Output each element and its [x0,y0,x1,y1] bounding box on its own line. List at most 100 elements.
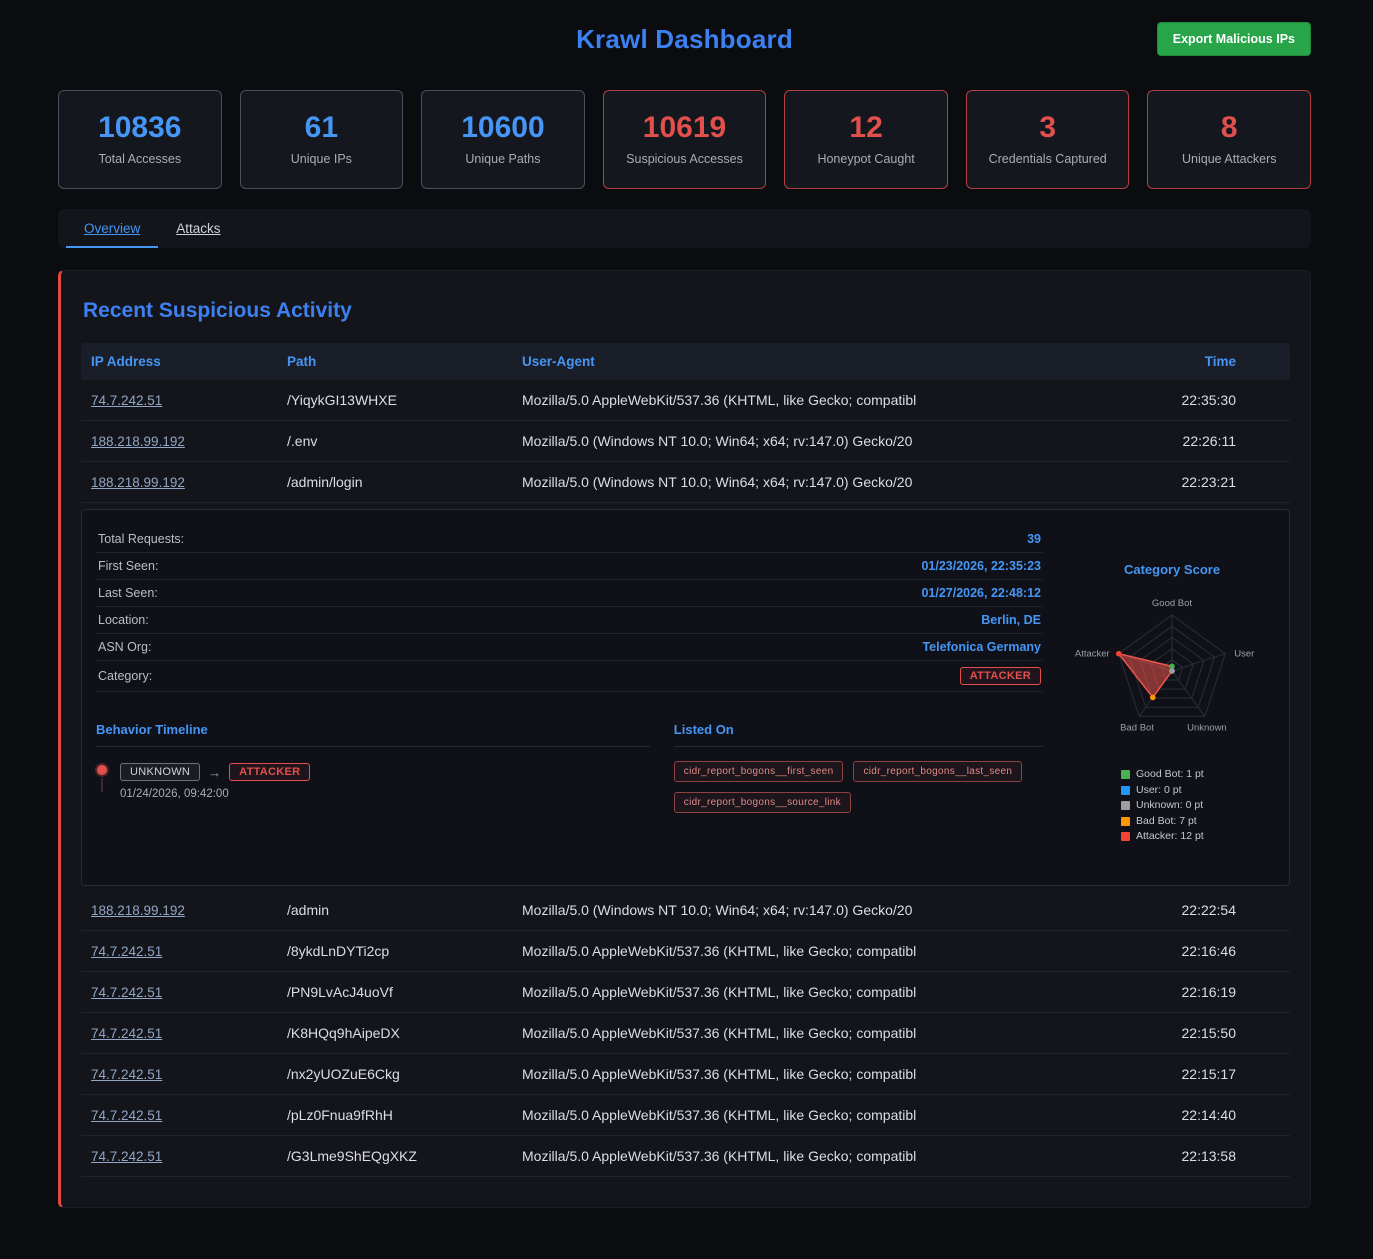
stat-label: Suspicious Accesses [610,152,760,166]
legend-label: Bad Bot: 7 pt [1136,814,1197,830]
ip-address-link[interactable]: 74.7.242.51 [91,1108,162,1123]
ip-detail-info: Total Requests:39First Seen:01/23/2026, … [96,526,1043,845]
legend-item-good-bot: Good Bot: 1 pt [1121,767,1204,783]
stat-value: 10836 [65,111,215,144]
table-row[interactable]: 74.7.242.51/PN9LvAcJ4uoVfMozilla/5.0 App… [81,972,1290,1013]
radar-legend: Good Bot: 1 ptUser: 0 ptUnknown: 0 ptBad… [1121,767,1204,845]
detail-field-label: First Seen: [98,559,158,573]
stat-card-total-accesses: 10836 Total Accesses [58,90,222,189]
stat-value: 10619 [610,111,760,144]
export-malicious-ips-button[interactable]: Export Malicious IPs [1157,22,1311,56]
detail-field-value: Berlin, DE [981,613,1041,627]
listed-on-title: Listed On [674,722,1043,747]
detail-field-row: Total Requests:39 [96,526,1043,553]
time-cell: 22:23:21 [1140,474,1290,490]
arrow-right-icon: → [208,765,221,780]
blocklist-badges: cidr_report_bogons__first_seen cidr_repor… [674,761,1043,813]
timeline-events: UNKNOWN→ATTACKER01/24/2026, 09:42:00 [96,763,650,800]
ip-detail-fields: Total Requests:39First Seen:01/23/2026, … [96,526,1043,661]
blocklist-badge-cidr-report-bogons-last-seen[interactable]: cidr_report_bogons__last_seen [853,761,1022,782]
path-cell: /K8HQq9hAipeDX [277,1025,512,1041]
tab-bar: OverviewAttacks [58,209,1311,248]
legend-swatch [1121,801,1130,810]
stat-card-unique-paths: 10600Unique Paths [421,90,585,189]
legend-label: Attacker: 12 pt [1136,829,1204,845]
table-row[interactable]: 188.218.99.192/.envMozilla/5.0 (Windows … [81,421,1290,462]
detail-category-label: Category: [98,669,152,683]
behavior-timeline-section: Behavior Timeline UNKNOWN→ATTACKER01/24/… [96,722,650,813]
user-agent-cell: Mozilla/5.0 AppleWebKit/537.36 (KHTML, l… [512,984,1140,1000]
ip-address-link[interactable]: 74.7.242.51 [91,985,162,1000]
table-rows-group-bottom: 188.218.99.192/adminMozilla/5.0 (Windows… [81,890,1290,1177]
timeline-marker-icon [96,763,108,800]
ip-cell: 74.7.242.51 [81,1148,277,1164]
detail-field-row: ASN Org:Telefonica Germany [96,634,1043,661]
ip-cell: 188.218.99.192 [81,433,277,449]
blocklist-badge-cidr-report-bogons-source-link[interactable]: cidr_report_bogons__source_link [674,792,851,813]
ip-address-link[interactable]: 188.218.99.192 [91,434,185,449]
stats-row: 10836Total Accesses61Unique IPs10600Uniq… [58,90,1311,189]
stat-value: 3 [973,111,1123,144]
radar-axis-label-user: User [1234,649,1254,660]
stat-label: Total Accesses [65,152,215,166]
table-row[interactable]: 188.218.99.192/adminMozilla/5.0 (Windows… [81,890,1290,931]
ip-address-link[interactable]: 74.7.242.51 [91,1026,162,1041]
from-category-badge: UNKNOWN [120,763,200,781]
radar-point-attacker [1116,651,1122,657]
category-score-section: Category Score Good Bot User Unknown Bad Bo… [1069,526,1275,845]
time-cell: 22:16:19 [1140,984,1290,1000]
timeline-event: UNKNOWN→ATTACKER01/24/2026, 09:42:00 [96,763,650,800]
stat-label: Credentials Captured [973,152,1123,166]
table-row[interactable]: 74.7.242.51/8ykdLnDYTi2cpMozilla/5.0 App… [81,931,1290,972]
blocklist-badge-cidr-report-bogons-first-seen[interactable]: cidr_report_bogons__first_seen [674,761,844,782]
path-cell: /.env [277,433,512,449]
table-row[interactable]: 74.7.242.51/pLz0Fnua9fRhHMozilla/5.0 App… [81,1095,1290,1136]
ip-address-link[interactable]: 74.7.242.51 [91,1067,162,1082]
table-header-row: IP AddressPathUser-AgentTime [81,343,1290,380]
table-row[interactable]: 74.7.242.51/G3Lme9ShEQgXKZMozilla/5.0 Ap… [81,1136,1290,1177]
user-agent-cell: Mozilla/5.0 AppleWebKit/537.36 (KHTML, l… [512,392,1140,408]
table-rows-group-top: 74.7.242.51/YiqykGI13WHXEMozilla/5.0 App… [81,380,1290,503]
ip-cell: 74.7.242.51 [81,1107,277,1123]
legend-swatch [1121,786,1130,795]
detail-field-row: Location:Berlin, DE [96,607,1043,634]
ip-address-link[interactable]: 74.7.242.51 [91,393,162,408]
time-cell: 22:15:17 [1140,1066,1290,1082]
radar-axis-label-unknown: Unknown [1187,722,1227,733]
legend-label: Unknown: 0 pt [1136,798,1203,814]
path-cell: /YiqykGI13WHXE [277,392,512,408]
stat-value: 8 [1154,111,1304,144]
stat-value: 10600 [428,111,578,144]
table-row[interactable]: 74.7.242.51/K8HQq9hAipeDXMozilla/5.0 App… [81,1013,1290,1054]
timeline-transition: UNKNOWN→ATTACKER [120,763,310,781]
ip-address-link[interactable]: 74.7.242.51 [91,944,162,959]
ip-address-link[interactable]: 188.218.99.192 [91,475,185,490]
time-cell: 22:14:40 [1140,1107,1290,1123]
detail-field-row: First Seen:01/23/2026, 22:35:23 [96,553,1043,580]
column-header-path: Path [277,354,512,369]
tab-attacks[interactable]: Attacks [158,209,238,248]
radar-axis-label-good-bot: Good Bot [1152,598,1192,609]
tab-overview[interactable]: Overview [66,209,158,248]
ip-address-link[interactable]: 188.218.99.192 [91,903,185,918]
radar-axis-label-attacker: Attacker [1075,649,1110,660]
time-cell: 22:35:30 [1140,392,1290,408]
table-row[interactable]: 188.218.99.192/admin/loginMozilla/5.0 (W… [81,462,1290,503]
stat-card-suspicious-accesses: 10619 Suspicious Accesses [603,90,767,189]
column-header-ip-address: IP Address [81,354,277,369]
category-score-radar-chart: Good BotUserUnknownBad BotAttacker [1069,587,1275,739]
stat-card-credentials-captured: 3 Credentials Captured [966,90,1130,189]
panel-title: Recent Suspicious Activity [81,299,1290,323]
stat-card-unique-attackers: 8Unique Attackers [1147,90,1311,189]
stat-value: 12 [791,111,941,144]
krawl-dashboard-page: Krawl Dashboard Export Malicious IPs 108… [0,0,1373,1259]
ip-address-link[interactable]: 74.7.242.51 [91,1149,162,1164]
activity-table: IP AddressPathUser-AgentTime 74.7.242.51… [81,343,1290,1177]
path-cell: /PN9LvAcJ4uoVf [277,984,512,1000]
radar-chart-title: Category Score [1124,562,1220,577]
detail-field-value: Telefonica Germany [922,640,1041,654]
time-cell: 22:13:58 [1140,1148,1290,1164]
legend-swatch [1121,817,1130,826]
table-row[interactable]: 74.7.242.51/YiqykGI13WHXEMozilla/5.0 App… [81,380,1290,421]
table-row[interactable]: 74.7.242.51/nx2yUOZuE6CkgMozilla/5.0 App… [81,1054,1290,1095]
